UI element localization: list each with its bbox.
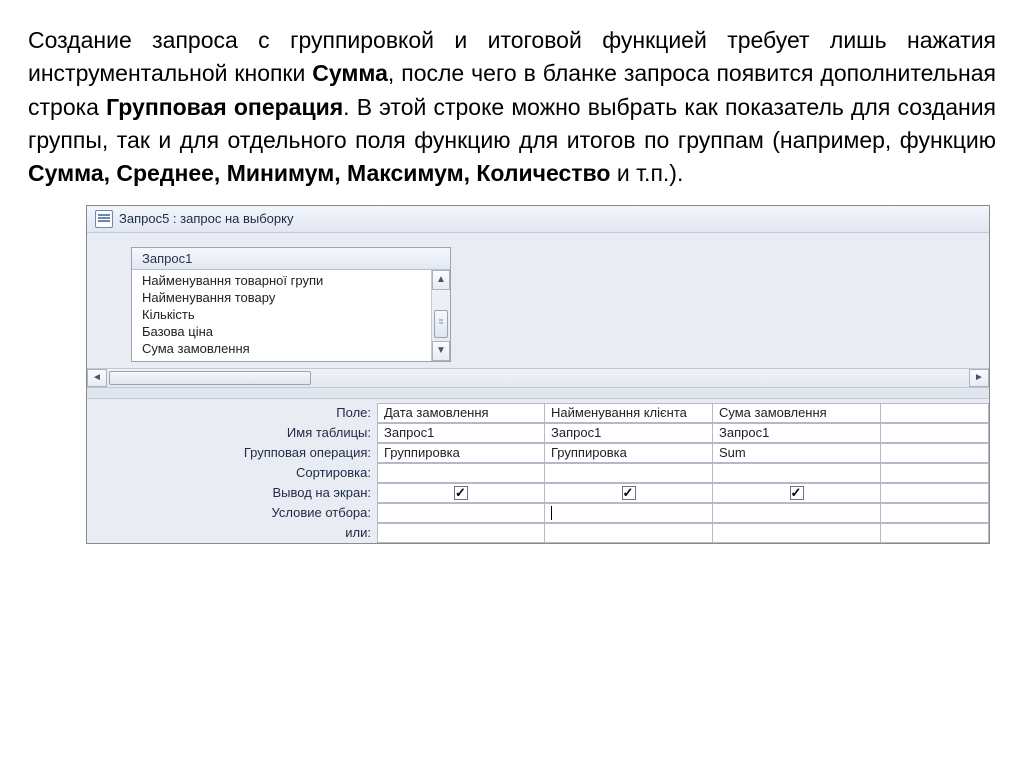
pane-splitter[interactable] [87,387,989,399]
intro-bold-functions: Сумма, Среднее, Минимум, Максимум, Колич… [28,160,610,186]
grid-cell-group-op[interactable]: Группировка [545,443,713,463]
grid-cell-show[interactable] [713,483,881,503]
window-titlebar[interactable]: Запрос5 : запрос на выборку [87,206,989,233]
row-label-group-op: Групповая операция: [87,443,377,463]
query-design-grid[interactable]: Поле: Дата замовлення Найменування клієн… [87,403,989,543]
row-label-criteria: Условие отбора: [87,503,377,523]
list-item[interactable]: Базова ціна [132,323,450,340]
grid-cell-show[interactable] [377,483,545,503]
grid-cell-show[interactable] [545,483,713,503]
grid-cell-or[interactable] [377,523,545,543]
scroll-down-button[interactable]: ▼ [432,341,450,361]
intro-bold-summa: Сумма [312,60,388,86]
source-field-list[interactable]: Найменування товарної групи Найменування… [132,270,450,361]
grid-cell-sort[interactable] [377,463,545,483]
intro-bold-group-op: Групповая операция [106,94,343,120]
grid-cell-empty[interactable] [881,503,989,523]
show-checkbox[interactable] [454,486,468,500]
field-list-scrollbar[interactable]: ▲ ▼ [431,270,450,361]
grid-cell-empty[interactable] [881,523,989,543]
show-checkbox[interactable] [622,486,636,500]
grid-cell-table[interactable]: Запрос1 [713,423,881,443]
grid-cell-group-op[interactable]: Группировка [377,443,545,463]
row-label-sort: Сортировка: [87,463,377,483]
grid-cell-criteria[interactable] [545,503,713,523]
list-item[interactable]: Кількість [132,306,450,323]
grid-cell-sort[interactable] [545,463,713,483]
tables-pane[interactable]: Запрос1 Найменування товарної групи Найм… [87,233,989,368]
grid-cell-empty[interactable] [881,403,989,423]
intro-paragraph: Создание запроса с группировкой и итогов… [28,24,996,191]
source-table-name[interactable]: Запрос1 [132,248,450,270]
grid-cell-criteria[interactable] [713,503,881,523]
scroll-thumb[interactable] [434,310,448,338]
grid-cell-empty[interactable] [881,483,989,503]
grid-cell-or[interactable] [545,523,713,543]
grid-cell-criteria[interactable] [377,503,545,523]
grid-cell-empty[interactable] [881,463,989,483]
grid-cell-field[interactable]: Сума замовлення [713,403,881,423]
grid-cell-or[interactable] [713,523,881,543]
source-table-box[interactable]: Запрос1 Найменування товарної групи Найм… [131,247,451,362]
scroll-right-button[interactable]: ► [969,369,989,387]
query-window-icon [95,210,113,228]
intro-text: и т.п.). [610,160,683,186]
grid-cell-table[interactable]: Запрос1 [545,423,713,443]
text-cursor [551,506,552,520]
scroll-up-button[interactable]: ▲ [432,270,450,290]
window-title: Запрос5 : запрос на выборку [119,211,293,226]
row-label-field: Поле: [87,403,377,423]
tables-pane-hscroll[interactable]: ◄ ► [87,368,989,387]
list-item[interactable]: Найменування товарної групи [132,272,450,289]
scroll-left-button[interactable]: ◄ [87,369,107,387]
grid-cell-empty[interactable] [881,443,989,463]
list-item[interactable]: Найменування товару [132,289,450,306]
grid-cell-field[interactable]: Найменування клієнта [545,403,713,423]
row-label-table: Имя таблицы: [87,423,377,443]
grid-cell-table[interactable]: Запрос1 [377,423,545,443]
query-design-window: Запрос5 : запрос на выборку Запрос1 Найм… [86,205,990,544]
grid-cell-group-op[interactable]: Sum [713,443,881,463]
grid-cell-sort[interactable] [713,463,881,483]
grid-cell-empty[interactable] [881,423,989,443]
list-item[interactable]: Сума замовлення [132,340,450,357]
scroll-thumb[interactable] [109,371,311,385]
grid-cell-field[interactable]: Дата замовлення [377,403,545,423]
row-label-or: или: [87,523,377,543]
row-label-show: Вывод на экран: [87,483,377,503]
show-checkbox[interactable] [790,486,804,500]
